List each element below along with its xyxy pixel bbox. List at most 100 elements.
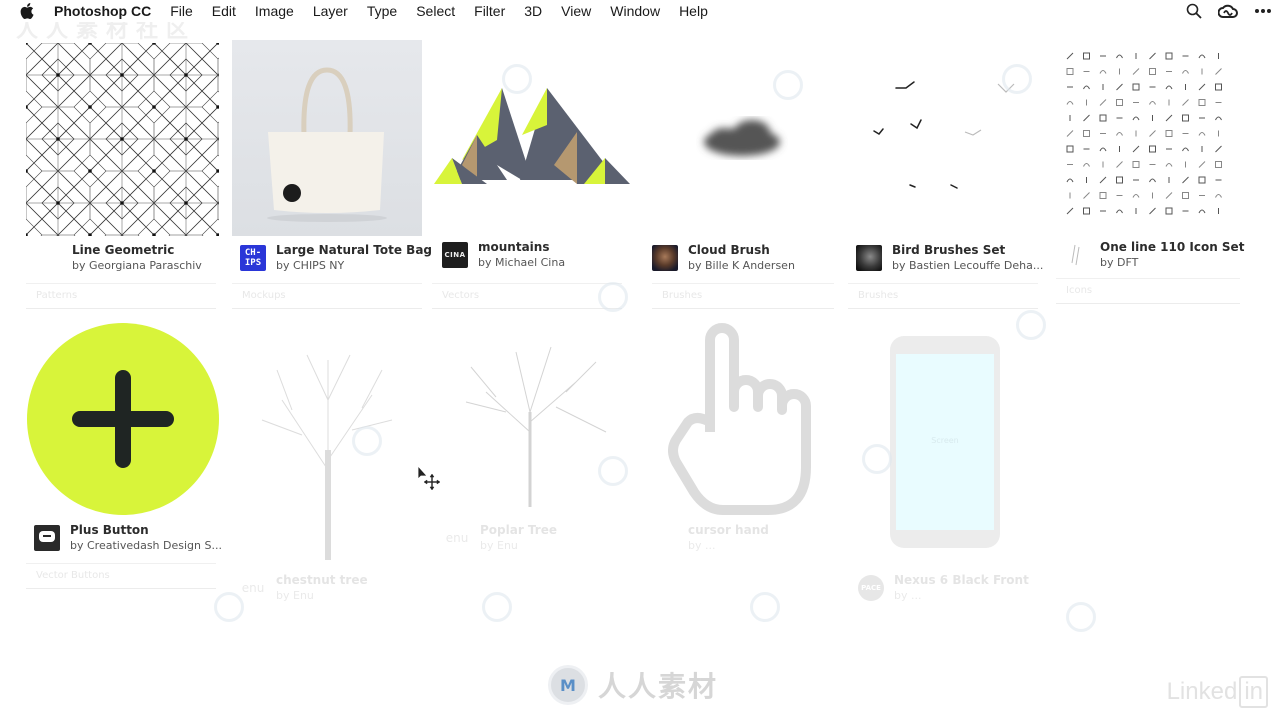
icon-glyph [1083, 130, 1090, 137]
item-author[interactable]: by CHIPS NY [276, 258, 432, 273]
item-title: cursor hand [688, 523, 769, 537]
icon-glyph [1083, 52, 1090, 60]
icon-glyph [1099, 176, 1107, 184]
author-avatar-photo[interactable] [652, 245, 678, 271]
icon-glyph [1149, 101, 1156, 105]
menu-select[interactable]: Select [416, 3, 455, 19]
item-author[interactable]: by DFT [1100, 255, 1244, 270]
icon-glyph [1116, 54, 1123, 59]
watermark-logo [482, 592, 512, 622]
icon-glyph [1099, 114, 1107, 122]
icon-glyph [1116, 176, 1123, 184]
category-tag: Icons [1056, 278, 1240, 304]
more-icon[interactable] [1254, 8, 1272, 14]
author-avatar-chips[interactable]: CH- IPS [240, 245, 266, 271]
menu-file[interactable]: File [170, 3, 193, 19]
author-avatar-enu: enu [241, 581, 265, 595]
creative-cloud-icon[interactable] [1218, 4, 1238, 18]
watermark-brand-logo: M [548, 665, 588, 705]
icon-glyph [1116, 161, 1123, 168]
search-icon[interactable] [1186, 3, 1202, 19]
menu-bar: Photoshop CC File Edit Image Layer Type … [0, 0, 1280, 22]
linkedin-in: in [1239, 676, 1268, 708]
menu-filter[interactable]: Filter [474, 3, 505, 19]
author-avatar-pace: PACE [858, 575, 884, 601]
icon-glyph [1165, 207, 1173, 215]
menu-edit[interactable]: Edit [212, 3, 236, 19]
item-title: chestnut tree [276, 573, 368, 587]
apple-icon[interactable] [20, 3, 38, 19]
watermark-logo [1016, 310, 1046, 340]
menu-image[interactable]: Image [255, 3, 294, 19]
icon-glyph [1149, 178, 1156, 183]
icon-glyph [1083, 85, 1090, 90]
icon-glyph [1116, 83, 1123, 91]
watermark-brand: M 人人素材 [548, 665, 718, 705]
icon-glyph [1215, 145, 1222, 153]
author-avatar-cina[interactable]: CINA [442, 242, 468, 268]
item-title[interactable]: Large Natural Tote Bag [276, 243, 432, 258]
icon-glyph [1215, 161, 1222, 168]
icon-glyph [1083, 192, 1090, 199]
icon-glyph [1149, 68, 1156, 75]
chestnut-tree-thumbnail [242, 340, 412, 560]
icon-glyph [1099, 99, 1107, 106]
icon-glyph [1198, 54, 1206, 59]
birds-thumbnail [848, 60, 1048, 200]
icon-set-thumbnail [1060, 48, 1240, 228]
icon-glyph [1198, 209, 1206, 214]
menu-view[interactable]: View [561, 3, 591, 19]
icon-glyph [1116, 132, 1123, 136]
item-title[interactable]: Line Geometric [72, 243, 202, 258]
cursor-hand-thumbnail [668, 322, 812, 518]
icon-glyph [1215, 68, 1222, 75]
icon-glyph [1198, 83, 1206, 91]
menu-layer[interactable]: Layer [313, 3, 348, 19]
icon-glyph [1132, 116, 1140, 121]
item-title[interactable]: Cloud Brush [688, 243, 795, 258]
item-author[interactable]: by Bastien Lecouffe Deha... [892, 258, 1043, 273]
icon-glyph [1149, 145, 1156, 153]
icon-glyph [1099, 147, 1107, 152]
icon-glyph [1215, 194, 1222, 198]
item-title[interactable]: Bird Brushes Set [892, 243, 1043, 258]
icon-glyph [1182, 147, 1189, 152]
menu-type[interactable]: Type [367, 3, 397, 19]
cloud-thumbnail [682, 110, 802, 170]
icon-glyph [1066, 178, 1074, 183]
item-author: by Enu [276, 589, 314, 602]
icon-glyph [1149, 207, 1156, 215]
icon-glyph [1132, 145, 1140, 153]
app-menu[interactable]: Photoshop CC [54, 3, 151, 19]
author-avatar-sketch[interactable] [1064, 242, 1090, 268]
watermark-logo [862, 444, 892, 474]
category-tag: Vector Buttons [26, 563, 216, 589]
icon-glyph [1132, 68, 1140, 75]
menu-window[interactable]: Window [610, 3, 660, 19]
icon-glyph [1215, 83, 1222, 91]
item-title[interactable]: One line 110 Icon Set [1100, 240, 1244, 255]
icon-glyph [1182, 99, 1189, 106]
mountains-thumbnail [432, 80, 632, 190]
author-avatar-enu: enu [445, 531, 469, 545]
icon-glyph [1116, 209, 1123, 214]
icon-glyph [1215, 116, 1222, 121]
menu-help[interactable]: Help [679, 3, 708, 19]
item-author[interactable]: by Creativedash Design S... [70, 538, 222, 553]
icon-glyph [1066, 101, 1074, 105]
category-tag: Vectors [432, 283, 622, 309]
icon-glyph [1165, 85, 1173, 90]
item-title[interactable]: mountains [478, 240, 565, 255]
item-title[interactable]: Plus Button [70, 523, 222, 538]
tote-bag-thumbnail [232, 40, 422, 236]
item-author[interactable]: by Georgiana Paraschiv [72, 258, 202, 273]
item-author[interactable]: by Michael Cina [478, 255, 565, 270]
author-avatar-photo[interactable] [856, 245, 882, 271]
icon-glyph [1149, 130, 1156, 137]
menu-3d[interactable]: 3D [524, 3, 542, 19]
icon-glyph [1132, 83, 1140, 91]
phone-screen-label: Screen [931, 436, 959, 445]
item-author[interactable]: by Bille K Andersen [688, 258, 795, 273]
icon-glyph [1099, 70, 1107, 74]
author-avatar-creativedash[interactable] [34, 525, 60, 551]
